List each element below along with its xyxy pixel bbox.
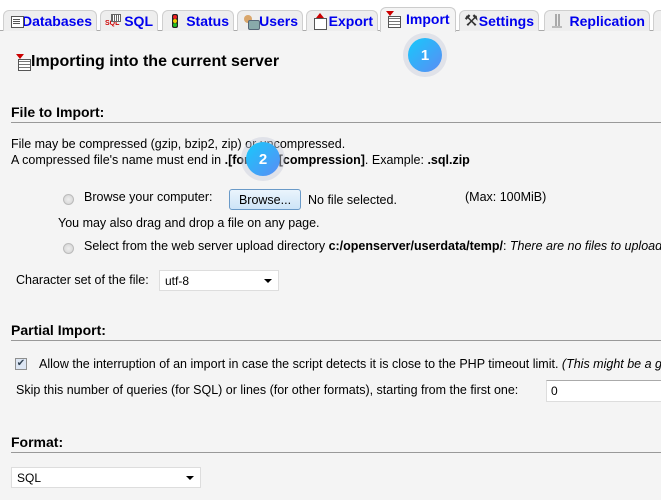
- server-directory-radio[interactable]: [63, 243, 74, 254]
- skip-queries-label: Skip this number of queries (for SQL) or…: [16, 383, 519, 397]
- step-marker-number: 1: [408, 38, 442, 72]
- tab-users[interactable]: Users: [237, 10, 303, 31]
- chevron-down-icon: [264, 279, 272, 283]
- tab-more[interactable]: [653, 10, 661, 31]
- tab-import[interactable]: Import: [380, 7, 456, 32]
- tab-label: Users: [259, 13, 298, 29]
- text: Select from the web server upload direct…: [84, 239, 329, 253]
- format-value: SQL: [17, 470, 42, 485]
- section-heading-file-to-import: File to Import:: [11, 104, 661, 123]
- text: :: [502, 239, 510, 253]
- allow-interrupt-note: (This might be a good way to import larg…: [561, 357, 661, 371]
- tab-bar: Databases SQL Status Users Export Import…: [0, 0, 661, 32]
- step-marker-2: 2: [241, 137, 285, 181]
- tab-label: Databases: [21, 13, 92, 29]
- charset-label: Character set of the file:: [16, 273, 149, 287]
- import-icon: [15, 54, 31, 71]
- max-upload-size: (Max: 100MiB): [465, 190, 547, 204]
- text: Allow the interruption of an import in c…: [39, 357, 562, 371]
- databases-icon: [8, 13, 24, 29]
- text: A compressed file's name must end in: [11, 153, 225, 167]
- tab-label: Settings: [478, 13, 534, 29]
- allow-interrupt-label: Allow the interruption of an import in c…: [39, 357, 661, 371]
- format-select[interactable]: SQL: [11, 467, 201, 488]
- section-heading-partial-import: Partial Import:: [11, 322, 661, 341]
- text: . Example:: [364, 153, 428, 167]
- chevron-down-icon: [186, 476, 194, 480]
- status-icon: [167, 13, 181, 29]
- section-heading-format: Format:: [11, 434, 661, 453]
- tab-label: SQL: [124, 13, 153, 29]
- tab-label: Export: [328, 13, 373, 29]
- browse-computer-label: Browse your computer:: [84, 190, 213, 204]
- import-icon: [385, 11, 401, 28]
- tab-export[interactable]: Export: [306, 10, 378, 31]
- tab-label: Status: [186, 13, 229, 29]
- tab-label: Import: [406, 11, 450, 27]
- server-directory-label: Select from the web server upload direct…: [84, 239, 661, 253]
- browse-button[interactable]: Browse...: [229, 189, 301, 210]
- charset-select[interactable]: utf-8: [159, 270, 279, 291]
- tab-status[interactable]: Status: [162, 10, 234, 31]
- allow-interrupt-checkbox[interactable]: ✔: [15, 358, 27, 370]
- sql-icon: [105, 13, 122, 29]
- replication-icon: [549, 13, 565, 29]
- tab-label: Replication: [569, 13, 645, 29]
- drag-drop-hint: You may also drag and drop a file on any…: [58, 216, 320, 230]
- tab-sql[interactable]: SQL: [100, 10, 158, 31]
- skip-queries-input[interactable]: [546, 380, 661, 402]
- page-title: Importing into the current server: [15, 53, 279, 71]
- checkmark-icon: ✔: [16, 358, 26, 369]
- no-files-note: There are no files to upload: [509, 239, 661, 253]
- charset-value: utf-8: [165, 273, 190, 288]
- tab-databases[interactable]: Databases: [3, 10, 97, 31]
- compression-info: File may be compressed (gzip, bzip2, zip…: [11, 137, 346, 151]
- users-icon: [242, 13, 261, 30]
- tab-settings[interactable]: Settings: [459, 10, 539, 31]
- tab-replication[interactable]: Replication: [544, 10, 650, 31]
- step-marker-number: 2: [246, 142, 280, 176]
- settings-icon: [464, 11, 478, 31]
- upload-directory-path: c:/openserver/userdata/temp/: [328, 239, 503, 253]
- example-filename: .sql.zip: [427, 153, 470, 167]
- page-title-text: Importing into the current server: [31, 53, 280, 70]
- step-marker-1: 1: [403, 33, 447, 77]
- browse-computer-radio[interactable]: [63, 194, 74, 205]
- export-icon: [311, 13, 327, 30]
- no-file-selected: No file selected.: [308, 193, 397, 207]
